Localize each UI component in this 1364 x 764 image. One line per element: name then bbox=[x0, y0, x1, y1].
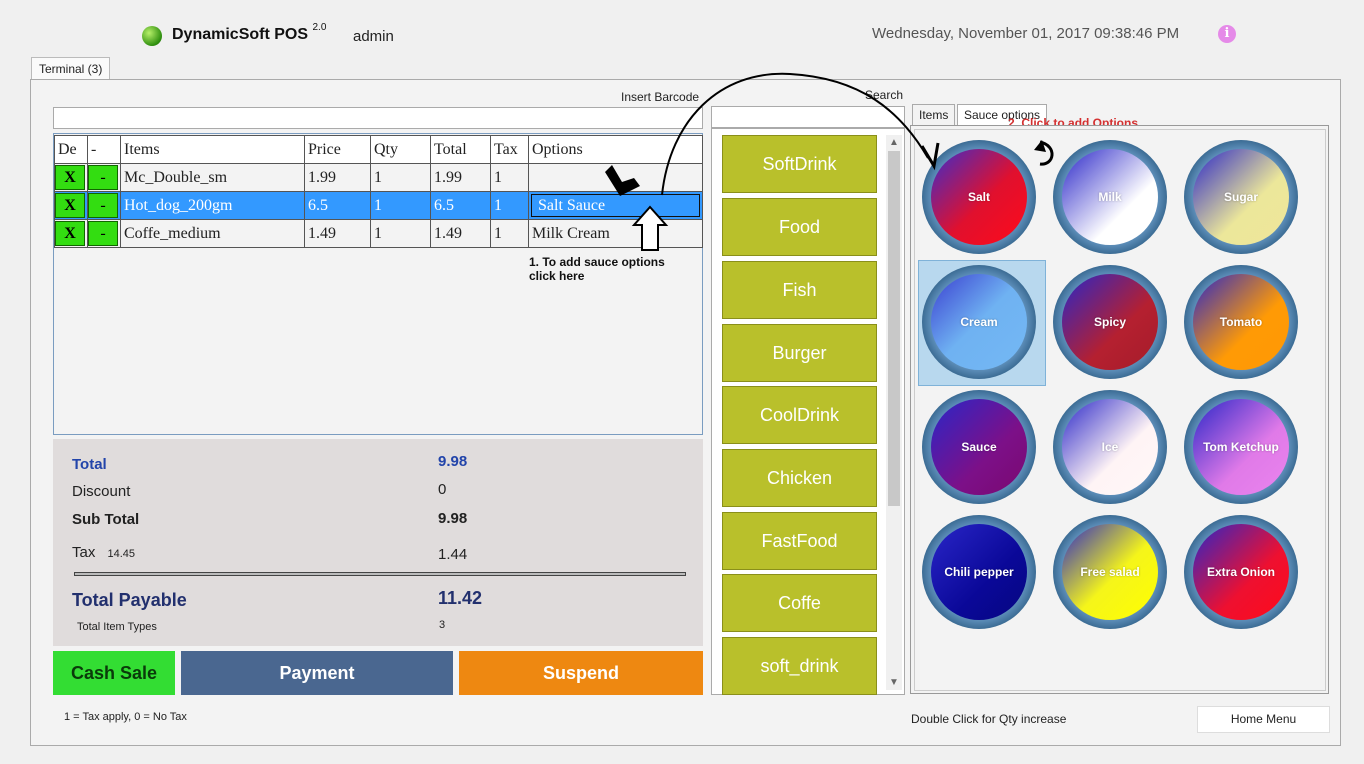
cursor-hand-icon bbox=[605, 165, 640, 196]
arrow-curve bbox=[661, 72, 929, 196]
arrow-head-icon bbox=[920, 142, 940, 171]
tutorial-arrows bbox=[605, 72, 1054, 251]
home-menu-button[interactable]: Home Menu bbox=[1197, 706, 1330, 733]
up-arrow-icon bbox=[631, 205, 669, 251]
qty-hint-note: Double Click for Qty increase bbox=[911, 712, 1067, 726]
